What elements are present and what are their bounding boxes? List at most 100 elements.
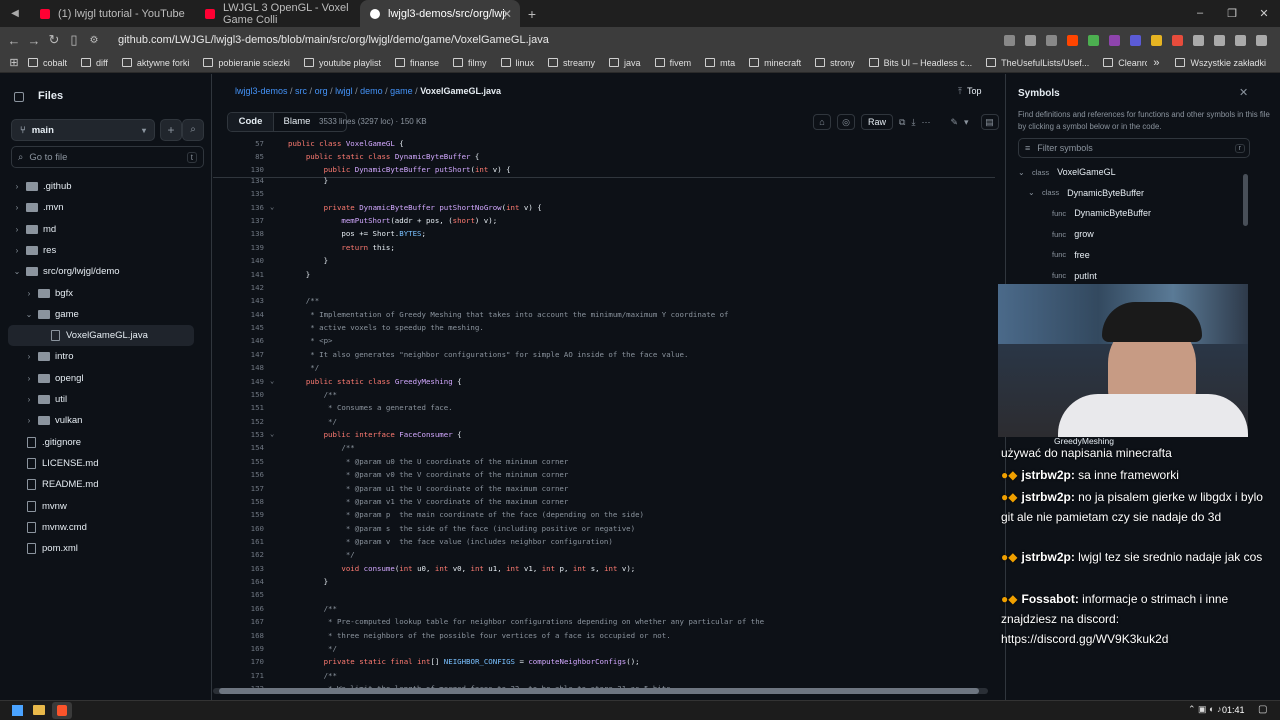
tree-folder[interactable]: › .github	[0, 176, 210, 197]
browser-tab-voxel[interactable]: LWJGL 3 OpenGL - Voxel Game Colli	[195, 0, 360, 27]
other-bookmarks[interactable]: Wszystkie zakładki	[1175, 58, 1266, 68]
bookmark-item[interactable]: finanse	[394, 58, 439, 68]
extension-icon[interactable]	[1088, 34, 1099, 46]
branch-select[interactable]: ⑂ main ▾	[11, 119, 155, 141]
search-button[interactable]: ⌕	[182, 119, 204, 141]
line-number[interactable]: 159	[213, 510, 264, 519]
tree-file[interactable]: LICENSE.md	[0, 453, 210, 474]
site-info-icon[interactable]: ⚙	[84, 35, 104, 46]
bookmark-icon[interactable]: ▯	[64, 32, 84, 48]
browser-tab-youtube[interactable]: (1) lwjgl tutorial - YouTube	[30, 0, 195, 27]
install-icon[interactable]	[1004, 34, 1015, 46]
symbol-item[interactable]: func grow	[1038, 229, 1094, 239]
line-number[interactable]: 146	[213, 336, 264, 345]
bookmark-item[interactable]: strony	[815, 58, 855, 68]
line-number[interactable]: 170	[213, 657, 264, 666]
collapse-sidebar-icon[interactable]	[14, 92, 24, 102]
line-number[interactable]: 155	[213, 457, 264, 466]
line-number[interactable]: 149	[213, 377, 264, 386]
tab-audio-icon[interactable]: ◀	[0, 8, 30, 19]
line-number[interactable]: 150	[213, 390, 264, 399]
line-number[interactable]: 158	[213, 497, 264, 506]
line-number[interactable]: 144	[213, 310, 264, 319]
line-number[interactable]: 166	[213, 604, 264, 613]
line-number[interactable]: 152	[213, 417, 264, 426]
tree-folder[interactable]: › res	[0, 240, 210, 261]
close-tab-icon[interactable]: ✕	[502, 7, 512, 21]
tree-file[interactable]: README.md	[0, 474, 210, 495]
minimize-icon[interactable]: –	[1184, 7, 1216, 20]
symbol-item[interactable]: func DynamicByteBuffer	[1038, 208, 1151, 218]
close-symbols-icon[interactable]: ✕	[1239, 86, 1248, 99]
tree-file[interactable]: .gitignore	[0, 432, 210, 453]
symbol-item[interactable]: ⌄ class DynamicByteBuffer	[1028, 188, 1144, 198]
tree-file[interactable]: pom.xml	[0, 538, 210, 559]
notification-icon[interactable]: ▢	[1258, 704, 1267, 715]
menu-icon[interactable]	[1256, 34, 1267, 46]
line-number[interactable]: 154	[213, 443, 264, 452]
bookmark-item[interactable]: youtube playlist	[303, 58, 381, 68]
star-icon[interactable]	[1046, 34, 1057, 46]
extension-icon[interactable]	[1109, 34, 1120, 46]
add-file-button[interactable]: +	[160, 119, 182, 141]
line-number[interactable]: 136	[213, 203, 264, 212]
bookmark-item[interactable]: TheUsefulLists/Usef...	[986, 58, 1089, 68]
line-number[interactable]: 161	[213, 537, 264, 546]
bookmark-item[interactable]: mta	[705, 58, 735, 68]
fold-chevron-icon[interactable]: ⌄	[270, 377, 274, 385]
line-number[interactable]: 162	[213, 550, 264, 559]
tree-folder[interactable]: ⌄ src/org/lwjgl/demo	[0, 261, 210, 282]
tree-folder[interactable]: › intro	[0, 346, 210, 367]
line-number[interactable]: 143	[213, 296, 264, 305]
bookmark-item[interactable]: cobalt	[27, 58, 67, 68]
line-number[interactable]: 137	[213, 216, 264, 225]
tree-folder[interactable]: › md	[0, 219, 210, 240]
bookmark-item[interactable]: filmy	[453, 58, 487, 68]
line-number[interactable]: 168	[213, 631, 264, 640]
tree-folder[interactable]: › .mvn	[0, 197, 210, 218]
line-number[interactable]: 164	[213, 577, 264, 586]
url-input[interactable]: github.com/LWJGL/lwjgl3-demos/blob/main/…	[118, 34, 549, 46]
symbol-item[interactable]: func free	[1038, 250, 1090, 260]
line-number[interactable]: 160	[213, 524, 264, 533]
filter-symbols-input[interactable]: ≡ Filter symbols r	[1018, 138, 1250, 158]
symbols-scrollbar[interactable]	[1243, 174, 1248, 226]
bookmark-item[interactable]: fivem	[654, 58, 691, 68]
tree-folder[interactable]: › bgfx	[0, 283, 210, 304]
tree-folder[interactable]: › vulkan	[0, 410, 210, 431]
sidebar-icon[interactable]	[1214, 34, 1225, 46]
browser-tab-github[interactable]: lwjgl3-demos/src/org/lwjgl/dem ✕	[360, 0, 520, 27]
line-number[interactable]: 165	[213, 590, 264, 599]
line-number[interactable]: 141	[213, 270, 264, 279]
go-to-file-input[interactable]: ⌕ Go to file t	[11, 146, 204, 168]
line-number[interactable]: 167	[213, 617, 264, 626]
extensions-puzzle-icon[interactable]	[1193, 34, 1204, 46]
symbol-item[interactable]: ⌄ class VoxelGameGL	[1018, 167, 1116, 177]
extension-icon[interactable]	[1172, 34, 1183, 46]
browser-taskbar-button[interactable]	[52, 702, 72, 719]
apps-icon[interactable]: ⊞	[0, 56, 28, 69]
bookmark-item[interactable]: streamy	[548, 58, 595, 68]
bookmark-item[interactable]: diff	[81, 58, 108, 68]
extension-icon[interactable]	[1151, 34, 1162, 46]
line-number[interactable]: 135	[213, 189, 264, 198]
tree-file[interactable]: mvnw	[0, 496, 210, 517]
line-number[interactable]: 147	[213, 350, 264, 359]
line-number[interactable]: 157	[213, 484, 264, 493]
bookmark-item[interactable]: minecraft	[749, 58, 801, 68]
bookmark-item[interactable]: pobieranie sciezki	[203, 58, 290, 68]
extension-icon[interactable]	[1130, 34, 1141, 46]
line-number[interactable]: 142	[213, 283, 264, 292]
line-number[interactable]: 151	[213, 403, 264, 412]
file-explorer-icon[interactable]	[33, 705, 45, 715]
bookmark-item[interactable]: linux	[500, 58, 534, 68]
line-number[interactable]: 163	[213, 564, 264, 573]
line-number[interactable]: 134	[213, 176, 264, 185]
brave-shield-icon[interactable]	[1067, 34, 1078, 46]
line-number[interactable]: 169	[213, 644, 264, 653]
tree-file[interactable]: mvnw.cmd	[0, 517, 210, 538]
close-window-icon[interactable]: ✕	[1248, 7, 1280, 20]
line-number[interactable]: 140	[213, 256, 264, 265]
back-icon[interactable]: ←	[4, 33, 24, 48]
line-number[interactable]: 171	[213, 671, 264, 680]
